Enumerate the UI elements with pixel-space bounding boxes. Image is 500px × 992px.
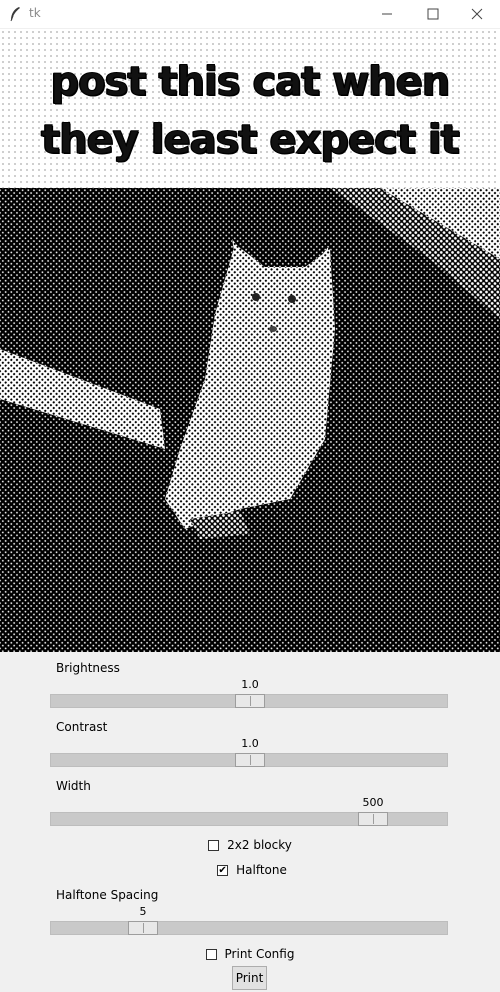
minimize-icon [382,13,392,15]
contrast-value: 1.0 [241,737,259,750]
maximize-button[interactable] [410,0,456,28]
window-title: tk [29,6,41,20]
window-titlebar: tk [0,0,500,28]
width-slider[interactable] [50,812,448,826]
caption-line-2: they least expect it [41,117,461,164]
maximize-icon [427,8,439,20]
halftone-image: post this cat when they least expect it [0,29,500,652]
caption-line-1: post this cat when [50,59,451,106]
print-config-checkbox[interactable] [205,948,217,960]
minimize-button[interactable] [364,0,410,28]
checkmark-icon: ✔ [218,864,227,876]
brightness-slider-thumb[interactable] [235,694,265,708]
caption-area: post this cat when they least expect it [0,29,500,188]
width-label: Width [56,779,91,793]
halftone-label: Halftone [236,863,287,877]
brightness-value: 1.0 [241,678,259,691]
brightness-label: Brightness [56,661,120,675]
contrast-slider-thumb[interactable] [235,753,265,767]
print-config-checkbox-row[interactable]: Print Config [0,947,500,961]
halftone-checkbox-row[interactable]: ✔ Halftone [0,863,500,877]
width-slider-thumb[interactable] [358,812,388,826]
halftone-spacing-slider[interactable] [50,921,448,935]
brightness-slider[interactable] [50,694,448,708]
blocky-checkbox-row[interactable]: 2x2 blocky [0,838,500,852]
close-icon [471,8,483,20]
blocky-label: 2x2 blocky [227,838,292,852]
halftone-spacing-slider-thumb[interactable] [128,921,158,935]
close-button[interactable] [454,0,500,28]
contrast-label: Contrast [56,720,108,734]
feather-icon [10,7,20,22]
halftone-spacing-value: 5 [139,905,147,918]
print-button[interactable]: Print [232,966,267,990]
halftone-spacing-label: Halftone Spacing [56,888,159,902]
controls-panel: Brightness 1.0 Contrast 1.0 Width 500 2x… [0,652,500,992]
print-config-label: Print Config [224,947,295,961]
width-value: 500 [362,796,384,809]
contrast-slider[interactable] [50,753,448,767]
blocky-checkbox[interactable] [208,839,220,851]
halftone-checkbox[interactable]: ✔ [217,864,229,876]
